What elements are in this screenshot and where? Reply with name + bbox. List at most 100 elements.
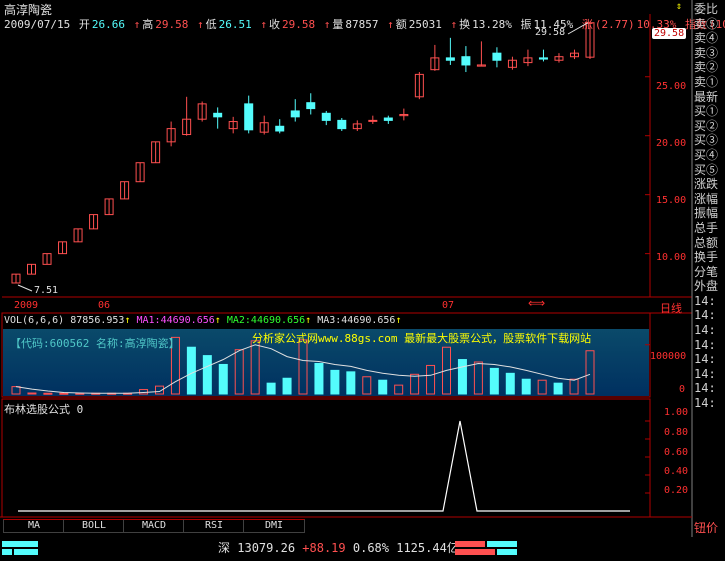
time-label-2009: 2009 xyxy=(14,300,39,311)
status-pct: 0.68% xyxy=(352,541,389,555)
vol-ma1: MA1:44690.656 xyxy=(136,315,215,326)
volume-bar xyxy=(330,369,340,395)
status-bar: 深 13079.26 +88.19 0.68% 1125.44亿 xyxy=(0,537,725,561)
side-time: 14: xyxy=(694,381,716,396)
volume-bar xyxy=(457,359,467,395)
vol-ma3: MA3:44690.656 xyxy=(317,315,396,326)
indicator-tick: 0.20 xyxy=(664,485,689,496)
volume-bar xyxy=(59,392,69,395)
status-left-bars xyxy=(2,541,38,555)
side-item[interactable]: 总额 xyxy=(694,236,725,251)
side-item[interactable]: 振幅 xyxy=(694,206,725,221)
side-panel: 委比 卖⑤ 卖④ 卖③ 卖② 卖① 最新 买① 买② 买③ 买④ 买⑤ 涨跌 涨… xyxy=(694,2,725,411)
volume-bar xyxy=(505,372,515,395)
side-item[interactable]: 分笔 xyxy=(694,265,725,280)
side-time: 14: xyxy=(694,308,716,323)
volume-bar xyxy=(378,379,388,395)
side-item[interactable]: 卖④ xyxy=(694,31,725,46)
side-item[interactable]: 卖① xyxy=(694,75,725,90)
side-time: 14: xyxy=(694,396,716,411)
status-right-bars xyxy=(455,541,517,555)
tab-rsi[interactable]: RSI xyxy=(183,519,245,533)
up-arrow-icon: ↑ xyxy=(124,315,131,326)
candle-body xyxy=(321,112,331,121)
indicator-tick: 0.80 xyxy=(664,427,689,438)
status-change: +88.19 xyxy=(302,541,346,555)
volume-bar xyxy=(266,382,276,395)
candle-body xyxy=(306,102,316,110)
side-item[interactable]: 买① xyxy=(694,104,725,119)
side-item[interactable]: 涨跌 xyxy=(694,177,725,192)
side-item[interactable]: 卖③ xyxy=(694,46,725,61)
status-text: 深 13079.26 +88.19 0.68% 1125.44亿 xyxy=(218,539,459,556)
side-item[interactable]: 买② xyxy=(694,119,725,134)
current-price-tag: 29.58 xyxy=(652,28,687,39)
high-annotation: 29.58 xyxy=(535,27,566,38)
volume-bar xyxy=(186,346,196,395)
indicator-tick: 1.00 xyxy=(664,407,689,418)
tab-dmi[interactable]: DMI xyxy=(243,519,305,533)
candle-body xyxy=(461,56,471,66)
candle-body xyxy=(275,125,285,132)
high-pointer xyxy=(567,22,589,35)
vol-title: VOL(6,6,6) xyxy=(4,315,65,326)
volume-bar xyxy=(282,377,292,395)
volume-bar xyxy=(521,378,531,395)
side-item[interactable]: 买⑤ xyxy=(694,163,725,178)
volume-bar xyxy=(202,355,212,395)
side-item[interactable]: 买③ xyxy=(694,133,725,148)
side-item[interactable]: 委比 xyxy=(694,2,725,17)
candle-body xyxy=(290,110,300,118)
candle-body xyxy=(492,52,502,61)
tab-macd[interactable]: MACD xyxy=(123,519,185,533)
side-time: 14: xyxy=(694,293,716,308)
vol-axis-bottom: 0 xyxy=(679,384,686,395)
chart-canvas[interactable] xyxy=(0,0,725,561)
side-item[interactable]: 总手 xyxy=(694,221,725,236)
vol-banner[interactable]: 分析家公式网www.88gs.com 最新最大股票公式，股票软件下载网站 xyxy=(252,330,591,346)
time-label-06: 06 xyxy=(98,300,111,311)
volume-bar xyxy=(27,392,37,395)
side-item[interactable]: 买④ xyxy=(694,148,725,163)
resize-arrows-icon[interactable]: ⟺ xyxy=(528,296,545,310)
vol-value: 87856.953 xyxy=(70,315,125,326)
side-bottom-label[interactable]: 钮价 xyxy=(694,519,718,536)
candle-body xyxy=(244,103,254,131)
candle-body xyxy=(538,57,548,60)
volume-bar xyxy=(553,382,563,395)
period-label[interactable]: 日线 xyxy=(660,300,682,316)
side-item[interactable]: 外盘 xyxy=(694,279,725,294)
tab-boll[interactable]: BOLL xyxy=(63,519,125,533)
indicator-line xyxy=(18,420,630,512)
indicator-tick: 0.60 xyxy=(664,447,689,458)
side-time: 14: xyxy=(694,323,716,338)
candle-body xyxy=(383,117,393,121)
side-item[interactable]: 换手 xyxy=(694,250,725,265)
status-market: 深 xyxy=(218,541,231,555)
candle-body xyxy=(445,57,455,61)
side-time: 14: xyxy=(694,352,716,367)
price-tick: 25.00 xyxy=(656,81,687,92)
side-item[interactable]: 卖② xyxy=(694,60,725,75)
volume-bar xyxy=(218,363,228,395)
status-index: 13079.26 xyxy=(237,541,296,555)
side-time: 14: xyxy=(694,366,716,381)
up-arrow-icon: ↑ xyxy=(214,315,221,326)
time-label-07: 07 xyxy=(442,300,455,311)
low-pointer xyxy=(17,284,33,292)
side-item[interactable]: 卖⑤ xyxy=(694,17,725,32)
volume-bar xyxy=(43,392,53,395)
candle-body xyxy=(368,119,378,122)
side-item[interactable]: 涨幅 xyxy=(694,192,725,207)
volume-bar xyxy=(489,367,499,395)
vol-info: 【代码:600562 名称:高淳陶瓷】 xyxy=(10,337,180,350)
side-item[interactable]: 最新 xyxy=(694,90,725,105)
status-amount: 1125.44亿 xyxy=(396,541,459,555)
up-arrow-icon: ↑ xyxy=(395,315,402,326)
up-arrow-icon: ↑ xyxy=(305,315,312,326)
side-time: 14: xyxy=(694,337,716,352)
tab-ma[interactable]: MA xyxy=(3,519,65,533)
vol-ma2: MA2:44690.656 xyxy=(226,315,306,326)
vol-axis-top: 100000 xyxy=(650,351,687,362)
indicator-frame xyxy=(1,398,651,518)
